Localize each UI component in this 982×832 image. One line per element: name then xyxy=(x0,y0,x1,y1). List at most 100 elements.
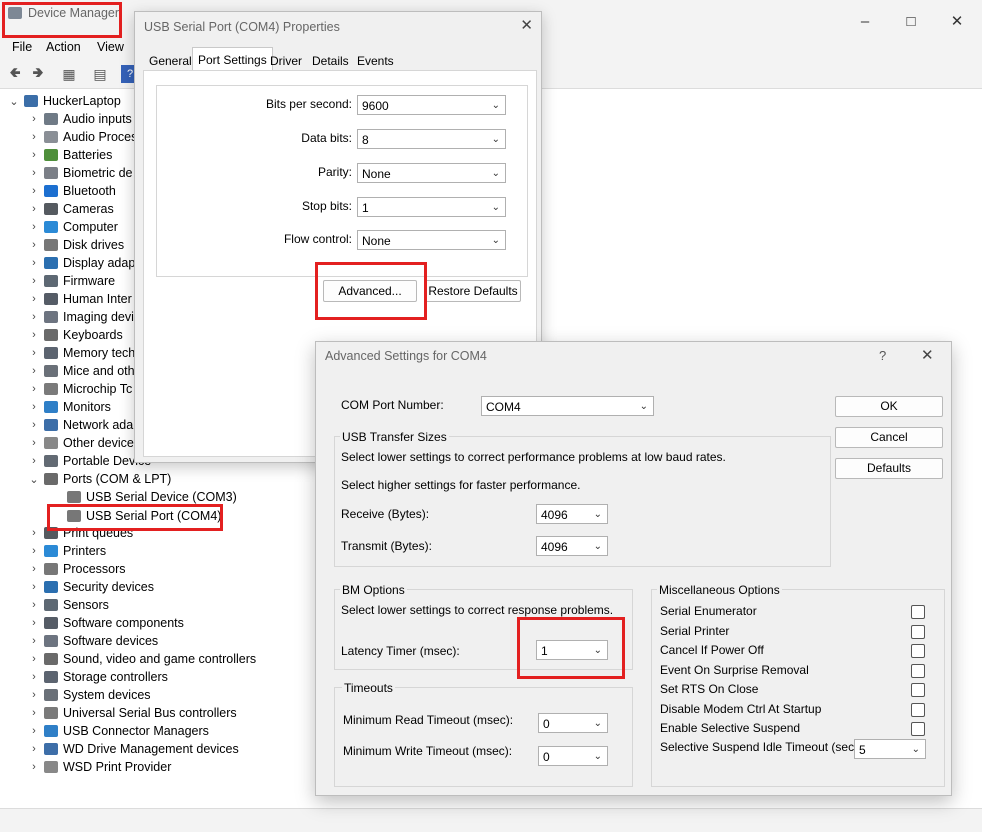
chevron-down-icon[interactable]: ⌄ xyxy=(8,95,20,108)
tree-category[interactable]: › System devices xyxy=(28,686,150,704)
tree-category[interactable]: › WSD Print Provider xyxy=(28,758,171,776)
chevron-right-icon[interactable]: › xyxy=(28,113,40,125)
tree-category[interactable]: › Keyboards xyxy=(28,326,123,344)
misc-option-checkbox[interactable] xyxy=(911,663,925,678)
tree-category[interactable]: › Audio Proces xyxy=(28,128,137,146)
tree-category[interactable]: › Bluetooth xyxy=(28,182,116,200)
chevron-right-icon[interactable]: › xyxy=(28,365,40,377)
misc-option-checkbox[interactable] xyxy=(911,683,925,697)
close-icon[interactable]: ✕ xyxy=(520,16,533,34)
misc-option-checkbox[interactable] xyxy=(911,722,925,736)
port-field-select[interactable]: 9600 ⌄ xyxy=(357,95,506,115)
tree-category[interactable]: › Disk drives xyxy=(28,236,124,254)
tab-general[interactable]: General xyxy=(143,50,198,72)
tree-category[interactable]: › Network ada xyxy=(28,416,133,434)
close-icon[interactable]: ✕ xyxy=(921,346,934,364)
chevron-right-icon[interactable]: › xyxy=(28,167,40,179)
forward-arrow-icon[interactable]: 🢂 xyxy=(29,64,47,83)
chevron-right-icon[interactable]: › xyxy=(28,563,40,575)
tree-category[interactable]: › Microchip Tc xyxy=(28,380,132,398)
chevron-right-icon[interactable]: › xyxy=(28,401,40,413)
defaults-button[interactable]: Defaults xyxy=(835,458,943,479)
chevron-right-icon[interactable]: › xyxy=(28,671,40,683)
tree-category[interactable]: › Universal Serial Bus controllers xyxy=(28,704,237,722)
tree-category[interactable]: › Computer xyxy=(28,218,118,236)
chevron-right-icon[interactable]: › xyxy=(28,203,40,215)
chevron-right-icon[interactable]: › xyxy=(28,689,40,701)
tree-category[interactable]: › Biometric de xyxy=(28,164,132,182)
receive-select[interactable]: 4096 ⌄ xyxy=(536,504,608,524)
chevron-right-icon[interactable]: › xyxy=(28,707,40,719)
tree-category[interactable]: › Portable Device xyxy=(28,452,151,470)
chevron-right-icon[interactable]: › xyxy=(28,635,40,647)
tree-category[interactable]: › Other device xyxy=(28,434,134,452)
chevron-right-icon[interactable]: › xyxy=(28,293,40,305)
chevron-right-icon[interactable]: › xyxy=(28,149,40,161)
chevron-right-icon[interactable]: › xyxy=(28,239,40,251)
tree-category[interactable]: › WD Drive Management devices xyxy=(28,740,239,758)
chevron-right-icon[interactable]: › xyxy=(28,329,40,341)
chevron-right-icon[interactable]: › xyxy=(28,257,40,269)
tree-category[interactable]: › Security devices xyxy=(28,578,154,596)
misc-option-checkbox[interactable] xyxy=(911,605,925,619)
update-driver-icon[interactable]: ▤ xyxy=(91,65,109,83)
tab-details[interactable]: Details xyxy=(306,50,355,72)
chevron-right-icon[interactable]: › xyxy=(28,581,40,593)
help-icon[interactable]: ? xyxy=(879,348,886,363)
write-timeout-select[interactable]: 0 ⌄ xyxy=(538,746,608,766)
chevron-right-icon[interactable]: › xyxy=(28,347,40,359)
port-field-select[interactable]: None ⌄ xyxy=(357,163,506,183)
tree-category[interactable]: › Cameras xyxy=(28,200,114,218)
tree-root[interactable]: ⌄ HuckerLaptop xyxy=(8,92,120,110)
menu-file[interactable]: File xyxy=(12,40,32,54)
cancel-button[interactable]: Cancel xyxy=(835,427,943,448)
chevron-right-icon[interactable]: › xyxy=(28,545,40,557)
tree-category[interactable]: › Firmware xyxy=(28,272,115,290)
chevron-right-icon[interactable]: › xyxy=(28,383,40,395)
port-field-select[interactable]: 8 ⌄ xyxy=(357,129,506,149)
suspend-timeout-select[interactable]: 5 ⌄ xyxy=(854,739,926,759)
chevron-right-icon[interactable]: › xyxy=(28,527,40,539)
menu-view[interactable]: View xyxy=(97,40,124,54)
tree-category[interactable]: › Human Inter xyxy=(28,290,132,308)
transmit-select[interactable]: 4096 ⌄ xyxy=(536,536,608,556)
tree-category[interactable]: › Imaging devi xyxy=(28,308,134,326)
tree-category[interactable]: › Software devices xyxy=(28,632,158,650)
chevron-right-icon[interactable]: › xyxy=(28,455,40,467)
misc-option-checkbox[interactable] xyxy=(911,702,925,717)
chevron-right-icon[interactable]: › xyxy=(28,221,40,233)
chevron-right-icon[interactable]: › xyxy=(28,617,40,629)
restore-defaults-button[interactable]: Restore Defaults xyxy=(425,280,521,302)
tree-category[interactable]: › Software components xyxy=(28,614,184,632)
chevron-right-icon[interactable]: › xyxy=(28,131,40,143)
chevron-right-icon[interactable]: › xyxy=(28,725,40,737)
com-port-select[interactable]: COM4 ⌄ xyxy=(481,396,654,416)
back-arrow-icon[interactable]: 🢀 xyxy=(6,64,24,83)
tab-port-settings[interactable]: Port Settings xyxy=(192,47,273,72)
tree-category[interactable]: › Audio inputs xyxy=(28,110,132,128)
ok-button[interactable]: OK xyxy=(835,396,943,417)
tree-category[interactable]: › Display adap xyxy=(28,254,135,272)
close-button[interactable]: ✕ xyxy=(934,6,980,36)
tree-category[interactable]: › Memory tech xyxy=(28,344,135,362)
tree-category[interactable]: › Mice and oth xyxy=(28,362,134,380)
chevron-right-icon[interactable]: › xyxy=(28,419,40,431)
tree-category[interactable]: › Printers xyxy=(28,542,106,560)
maximize-button[interactable]: □ xyxy=(888,6,934,36)
port-field-select[interactable]: 1 ⌄ xyxy=(357,197,506,217)
properties-icon[interactable]: ▦ xyxy=(60,65,78,83)
tab-driver[interactable]: Driver xyxy=(264,50,308,72)
chevron-right-icon[interactable]: › xyxy=(28,653,40,665)
chevron-right-icon[interactable]: › xyxy=(28,599,40,611)
tree-category[interactable]: › Sensors xyxy=(28,596,109,614)
tree-category-ports[interactable]: ⌄ Ports (COM & LPT) xyxy=(28,470,171,488)
minimize-button[interactable]: – xyxy=(842,6,888,36)
port-field-select[interactable]: None ⌄ xyxy=(357,230,506,250)
tab-events[interactable]: Events xyxy=(351,50,400,72)
chevron-right-icon[interactable]: › xyxy=(28,761,40,773)
tree-category[interactable]: › Batteries xyxy=(28,146,112,164)
tree-category[interactable]: › Storage controllers xyxy=(28,668,168,686)
chevron-down-icon[interactable]: ⌄ xyxy=(28,473,40,486)
chevron-right-icon[interactable]: › xyxy=(28,185,40,197)
chevron-right-icon[interactable]: › xyxy=(28,275,40,287)
